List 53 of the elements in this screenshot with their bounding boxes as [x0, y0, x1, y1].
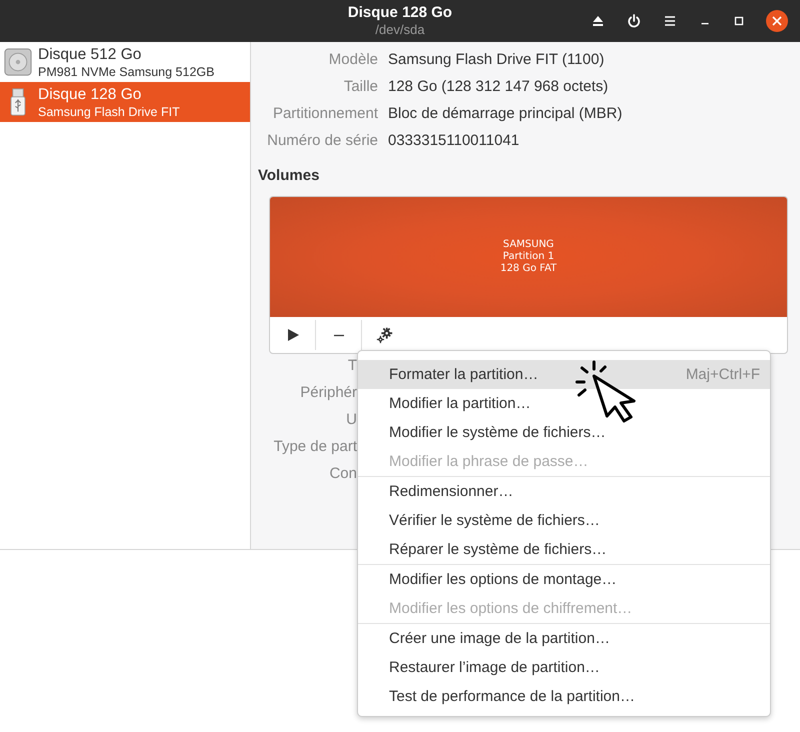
menu-item-label: Vérifier le système de fichiers…	[389, 512, 600, 529]
field-value: 128 Go (128 312 147 968 octets)	[388, 77, 610, 96]
menu-item-label: Modifier la partition…	[389, 395, 531, 412]
disk-name: Disque 512 Go	[38, 44, 142, 64]
partition-label: SAMSUNG Partition 1 128 Go FAT	[500, 239, 557, 275]
field-label: T	[348, 356, 357, 375]
menu-item[interactable]: Réparer le système de fichiers…	[358, 535, 770, 564]
close-icon[interactable]	[766, 10, 788, 32]
shortcut-label: Maj+Ctrl+F	[686, 366, 760, 383]
menu-item-label: Modifier les options de montage…	[389, 571, 617, 588]
field-label: Modèle	[328, 50, 378, 69]
field-label: Partitionnement	[272, 104, 378, 123]
gears-icon	[376, 326, 394, 344]
field-value: Bloc de démarrage principal (MBR)	[388, 104, 624, 123]
disk-description: PM981 NVMe Samsung 512GB	[38, 64, 214, 80]
menu-item-label: Réparer le système de fichiers…	[389, 541, 607, 558]
menu-item-label: Restaurer l’image de partition…	[389, 659, 600, 676]
play-icon	[286, 329, 298, 341]
menu-item-label: Redimensionner…	[389, 483, 514, 500]
menu-item[interactable]: Test de performance de la partition…	[358, 682, 770, 711]
menu-item[interactable]: Redimensionner…	[358, 477, 770, 506]
field-label: Type de part	[274, 437, 357, 456]
field-label: Taille	[342, 77, 378, 96]
menu-item-label: Modifier le système de fichiers…	[389, 424, 606, 441]
menu-item[interactable]: Modifier le système de fichiers…	[358, 418, 770, 447]
partition-block[interactable]: SAMSUNG Partition 1 128 Go FAT	[270, 197, 787, 317]
disk-drive-icon	[4, 48, 32, 76]
window-title: Disque 128 Go	[348, 4, 452, 22]
menu-item-label: Créer une image de la partition…	[389, 630, 610, 647]
field-value: Samsung Flash Drive FIT (1100)	[388, 50, 606, 69]
menu-item-label: Modifier la phrase de passe…	[389, 453, 588, 470]
disk-list-item[interactable]: Disque 128 Go Samsung Flash Drive FIT	[0, 82, 250, 122]
field-label: U	[346, 410, 357, 429]
menu-item[interactable]: Vérifier le système de fichiers…	[358, 506, 770, 535]
field-value: 0333315110011041	[388, 131, 520, 150]
section-heading: Volumes	[258, 166, 320, 185]
menu-item[interactable]: Formater la partition… Maj+Ctrl+F	[358, 360, 770, 389]
field-label: Périphér	[300, 383, 357, 402]
menu-item-label: Formater la partition…	[389, 366, 538, 383]
menu-item[interactable]: Restaurer l’image de partition…	[358, 653, 770, 682]
menu-item-label: Test de performance de la partition…	[389, 688, 635, 705]
menu-item[interactable]: Créer une image de la partition…	[358, 624, 770, 653]
menu-item-label: Modifier les options de chiffrement…	[389, 600, 632, 617]
menu-item[interactable]: Modifier les options de montage…	[358, 565, 770, 594]
field-label: Numéro de série	[266, 131, 378, 150]
menu-item[interactable]: Modifier la partition…	[358, 389, 770, 418]
power-icon[interactable]	[626, 13, 642, 29]
maximize-icon[interactable]	[732, 14, 746, 28]
field-label: Con	[329, 464, 357, 483]
disk-name: Disque 128 Go	[38, 84, 142, 104]
disk-list-item[interactable]: Disque 512 Go PM981 NVMe Samsung 512GB	[0, 42, 250, 82]
disk-description: Samsung Flash Drive FIT	[38, 104, 180, 120]
window-subtitle: /dev/sda	[375, 22, 425, 38]
